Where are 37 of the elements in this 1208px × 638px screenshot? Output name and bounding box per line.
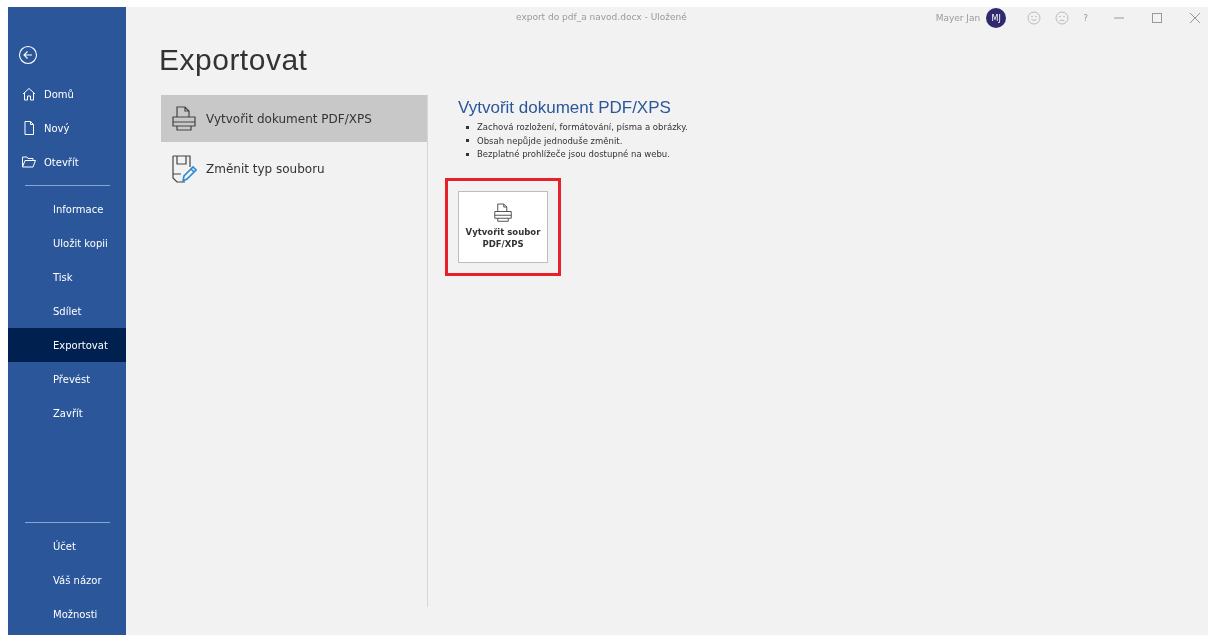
bullet-text: Bezplatné prohlížeče jsou dostupné na webu. bbox=[477, 149, 670, 159]
document-title: export do pdf_a navod.docx - Uložené bbox=[516, 12, 687, 22]
page-title: Exportovat bbox=[159, 43, 309, 77]
bullet-icon bbox=[466, 152, 469, 156]
bullet-icon bbox=[466, 139, 469, 142]
back-icon[interactable] bbox=[18, 45, 38, 65]
nav-item[interactable]: Uložit kopii bbox=[8, 226, 126, 260]
printer-icon bbox=[494, 203, 512, 224]
nav-item[interactable]: Nový bbox=[8, 111, 126, 145]
page-icon bbox=[21, 121, 36, 135]
section-heading: Vytvořit dokument PDF/XPS bbox=[458, 98, 672, 118]
nav-item[interactable]: Sdílet bbox=[8, 294, 126, 328]
home-icon bbox=[21, 87, 36, 101]
smile-icon[interactable] bbox=[1027, 11, 1042, 25]
close-icon[interactable] bbox=[1190, 13, 1200, 23]
create-pdf-button[interactable]: Vytvořit soubor PDF/XPS bbox=[458, 190, 548, 263]
nav-item[interactable]: Informace bbox=[8, 192, 126, 226]
maximize-icon[interactable] bbox=[1152, 13, 1162, 23]
frown-icon[interactable] bbox=[1055, 11, 1070, 25]
printer-icon bbox=[171, 105, 196, 132]
nav-item[interactable]: Tisk bbox=[8, 260, 126, 294]
nav-item[interactable]: Domů bbox=[8, 77, 126, 111]
bullet-text: Obsah nepůjde jednoduše změnit. bbox=[477, 135, 623, 146]
nav-item[interactable]: Převést bbox=[8, 362, 126, 396]
folder-icon bbox=[21, 156, 36, 168]
nav-item[interactable]: Exportovat bbox=[8, 328, 126, 362]
nav-item[interactable]: Zavřít bbox=[8, 396, 126, 430]
nav-item[interactable]: Účet bbox=[8, 529, 126, 563]
avatar[interactable]: MJ bbox=[986, 8, 1007, 28]
export-option[interactable]: Změnit typ souboru bbox=[161, 145, 427, 192]
bullet-text: Zachová rozložení, formátování, písma a obrázky. bbox=[477, 122, 688, 132]
bullet-icon bbox=[466, 125, 469, 129]
nav-item[interactable]: Otevřít bbox=[8, 145, 126, 179]
nav-item[interactable]: Váš názor bbox=[8, 563, 126, 597]
nav-item[interactable]: Možnosti bbox=[8, 597, 126, 631]
file-pen-icon bbox=[170, 154, 197, 183]
export-option[interactable]: Vytvořit dokument PDF/XPS bbox=[161, 95, 427, 142]
